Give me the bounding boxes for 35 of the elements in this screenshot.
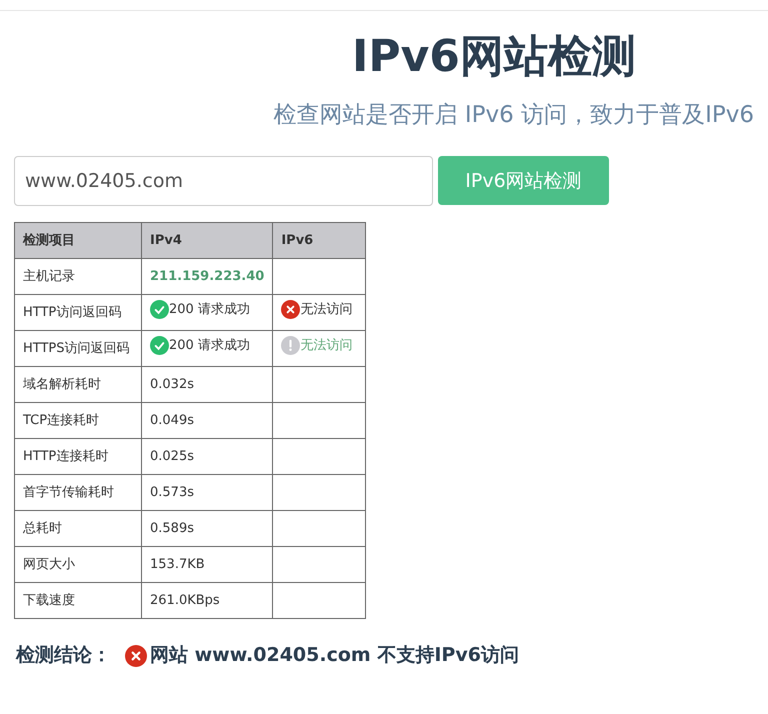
table-cell-text: 无法访问 <box>300 337 352 356</box>
page-title: IPv6网站检测 <box>352 31 637 84</box>
check-circle-icon <box>150 336 169 356</box>
column-header: IPv4 <box>142 222 273 259</box>
table-cell-text: 0.589s <box>150 521 194 536</box>
table-cell-text: 200 请求成功 <box>169 337 250 356</box>
page-subtitle: 检查网站是否开启 IPv6 访问，致力于普及IPv6 <box>272 102 755 130</box>
table-cell-text: 153.7KB <box>150 557 205 572</box>
conclusion-text: 网站 www.02405.com 不支持IPv6访问 <box>150 643 519 668</box>
table-cell-text: HTTPS访问返回码 <box>23 341 130 356</box>
table-cell-text: 0.032s <box>150 377 194 392</box>
url-input[interactable]: www.02405.com <box>14 156 433 206</box>
close-circle-icon <box>281 300 300 320</box>
column-header: IPv6 <box>272 222 366 259</box>
table-cell-text: 网页大小 <box>23 557 75 572</box>
table-cell-text: 0.573s <box>150 485 194 500</box>
table-cell-text: TCP连接耗时 <box>23 413 100 428</box>
table-cell-text: 0.025s <box>150 449 194 464</box>
table-cell-text: 首字节传输耗时 <box>23 485 114 500</box>
close-circle-icon <box>125 644 147 667</box>
table-cell-text: HTTP访问返回码 <box>23 305 122 320</box>
table-cell-text: 无法访问 <box>300 301 352 320</box>
table-cell-text: 261.0KBps <box>150 593 220 608</box>
exclamation-circle-icon <box>281 336 300 356</box>
check-circle-icon <box>150 300 169 320</box>
column-header: 检测项目 <box>14 222 142 259</box>
table-cell-text: HTTP连接耗时 <box>23 449 108 464</box>
table-cell-text: 0.049s <box>150 413 194 428</box>
table-cell-text: 下载速度 <box>23 593 75 608</box>
table-cell-text: 总耗时 <box>23 521 62 536</box>
conclusion-label: 检测结论： <box>16 643 111 668</box>
table-cell-text: 域名解析耗时 <box>23 377 101 392</box>
table-cell-text: 211.159.223.40 <box>150 269 264 284</box>
table-cell-text: 主机记录 <box>23 269 75 284</box>
table-cell-text: 200 请求成功 <box>169 301 250 320</box>
